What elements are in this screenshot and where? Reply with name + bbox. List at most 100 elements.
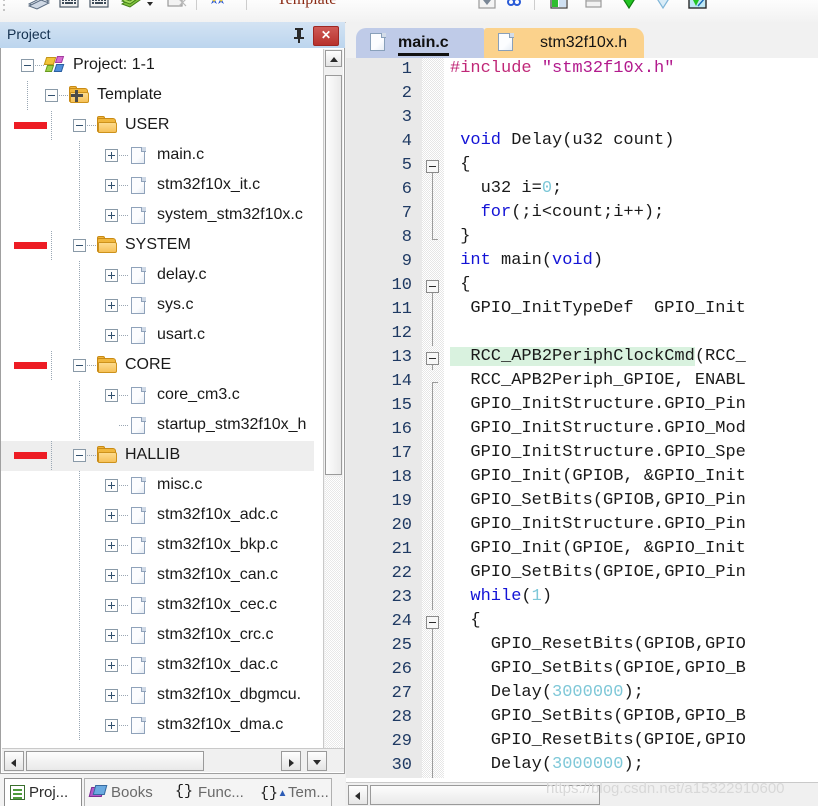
bookmark-icon[interactable] xyxy=(208,0,230,10)
bottom-tab-project[interactable]: Proj... xyxy=(4,778,82,806)
project-tree-viewport[interactable]: Project: 1-1 Template USER main.c stm32f10x_… xyxy=(1,48,314,748)
tree-item[interactable]: stm32f10x_crc.c xyxy=(1,621,314,651)
expand-icon[interactable] xyxy=(105,689,118,702)
editor-scroll-left-button[interactable] xyxy=(348,785,368,805)
tree-item-label: main.c xyxy=(157,146,205,163)
line-number: 2 xyxy=(401,84,412,103)
red-annotation-mark xyxy=(14,452,47,459)
tree-item[interactable]: core_cm3.c xyxy=(1,381,314,411)
expand-icon[interactable] xyxy=(105,329,118,342)
collapse-icon[interactable] xyxy=(21,59,34,72)
pin-icon[interactable] xyxy=(291,26,307,44)
expand-icon[interactable] xyxy=(105,149,118,162)
scroll-down-button[interactable] xyxy=(307,751,327,771)
expand-icon[interactable] xyxy=(105,479,118,492)
toolbar-grip[interactable] xyxy=(3,0,7,22)
tree-item[interactable]: stm32f10x_cec.c xyxy=(1,591,314,621)
collapse-icon[interactable] xyxy=(73,359,86,372)
dropdown-arrow-icon[interactable] xyxy=(146,0,154,16)
target-dropdown-icon[interactable] xyxy=(476,0,498,10)
tree-item[interactable]: stm32f10x_bkp.c xyxy=(1,531,314,561)
editor-horizontal-scrollbar[interactable] xyxy=(346,782,818,806)
window-icon[interactable] xyxy=(548,0,570,10)
tree-item[interactable]: stm32f10x_it.c xyxy=(1,171,314,201)
collapse-icon[interactable] xyxy=(45,89,58,102)
editor-horizontal-scroll-thumb[interactable] xyxy=(370,785,600,805)
tree-item[interactable]: delay.c xyxy=(1,261,314,291)
tree-item[interactable]: Project: 1-1 xyxy=(1,51,314,81)
keyboard-icon-2[interactable] xyxy=(88,0,110,10)
tree-connector xyxy=(119,485,128,486)
file-icon xyxy=(131,297,146,315)
tree-item[interactable]: USER xyxy=(1,111,314,141)
download-icon[interactable] xyxy=(618,0,640,10)
expand-icon[interactable] xyxy=(105,179,118,192)
tree-item-label: stm32f10x_cec.c xyxy=(157,596,278,613)
tree-item[interactable]: startup_stm32f10x_h xyxy=(1,411,314,441)
expand-icon[interactable] xyxy=(105,629,118,642)
tree-connector xyxy=(27,81,28,111)
books-icon[interactable] xyxy=(28,0,50,10)
collapse-icon[interactable] xyxy=(73,119,86,132)
tree-item[interactable]: sys.c xyxy=(1,291,314,321)
tree-item-label: CORE xyxy=(125,356,172,373)
fold-collapse-icon[interactable] xyxy=(426,280,439,293)
code-text: while(1) xyxy=(470,587,553,606)
tree-connector xyxy=(59,95,68,96)
tree-item[interactable]: misc.c xyxy=(1,471,314,501)
close-icon[interactable]: ✕ xyxy=(313,26,339,46)
tree-item[interactable]: Template xyxy=(1,81,314,111)
tree-item[interactable]: stm32f10x_dbgmcu. xyxy=(1,681,314,711)
tree-item[interactable]: stm32f10x_dma.c xyxy=(1,711,314,741)
expand-icon[interactable] xyxy=(105,389,118,402)
code-line: 3 xyxy=(346,106,818,130)
line-number: 24 xyxy=(391,612,412,631)
scroll-up-button[interactable] xyxy=(325,50,342,67)
bottom-tab-group[interactable]: Books {} Func... {}▴ Tem... xyxy=(84,778,332,806)
expand-icon[interactable] xyxy=(105,659,118,672)
scroll-right-button[interactable] xyxy=(281,751,301,771)
debug-icon[interactable] xyxy=(686,0,708,10)
expand-icon[interactable] xyxy=(105,269,118,282)
tree-item[interactable]: SYSTEM xyxy=(1,231,314,261)
build-icon[interactable] xyxy=(120,0,142,10)
expand-icon[interactable] xyxy=(105,569,118,582)
code-text: { xyxy=(450,275,471,294)
expand-icon[interactable] xyxy=(105,719,118,732)
tree-item[interactable]: usart.c xyxy=(1,321,314,351)
editor-tab-stm32f10x-h[interactable]: stm32f10x.h xyxy=(484,28,644,58)
expand-icon[interactable] xyxy=(105,209,118,222)
panel-icon[interactable] xyxy=(582,0,604,10)
clear-icon[interactable] xyxy=(166,0,188,10)
tree-item[interactable]: main.c xyxy=(1,141,314,171)
tree-item[interactable]: CORE xyxy=(1,351,314,381)
collapse-icon[interactable] xyxy=(73,239,86,252)
file-icon xyxy=(131,177,146,195)
tree-item[interactable]: system_stm32f10x.c xyxy=(1,201,314,231)
expand-icon[interactable] xyxy=(105,509,118,522)
project-horizontal-scrollbar[interactable] xyxy=(2,748,344,772)
code-editor[interactable]: 1 #include "stm32f10x.h" 2 3 4 void Delay(u3… xyxy=(346,58,818,778)
expand-icon[interactable] xyxy=(105,599,118,612)
keyboard-icon[interactable] xyxy=(58,0,80,10)
tree-item[interactable]: stm32f10x_can.c xyxy=(1,561,314,591)
fold-collapse-icon[interactable] xyxy=(426,352,439,365)
horizontal-scroll-thumb[interactable] xyxy=(26,751,204,771)
tree-item[interactable]: stm32f10x_adc.c xyxy=(1,501,314,531)
vertical-scroll-track[interactable] xyxy=(325,477,342,748)
fold-collapse-icon[interactable] xyxy=(426,160,439,173)
expand-icon[interactable] xyxy=(105,299,118,312)
fold-connector xyxy=(432,394,433,418)
expand-icon[interactable] xyxy=(105,539,118,552)
collapse-icon[interactable] xyxy=(73,449,86,462)
editor-tab-main-c[interactable]: main.c xyxy=(356,28,484,58)
project-vertical-scrollbar[interactable] xyxy=(323,49,343,749)
scroll-left-button[interactable] xyxy=(4,751,24,771)
vertical-scroll-thumb[interactable] xyxy=(325,75,342,475)
tree-item[interactable]: stm32f10x_dac.c xyxy=(1,651,314,681)
tree-item[interactable]: HALLIB xyxy=(1,441,314,471)
fold-collapse-icon[interactable] xyxy=(426,616,439,629)
fold-connector xyxy=(432,562,433,586)
find-icon[interactable] xyxy=(504,0,526,10)
filter-icon[interactable] xyxy=(652,0,674,10)
